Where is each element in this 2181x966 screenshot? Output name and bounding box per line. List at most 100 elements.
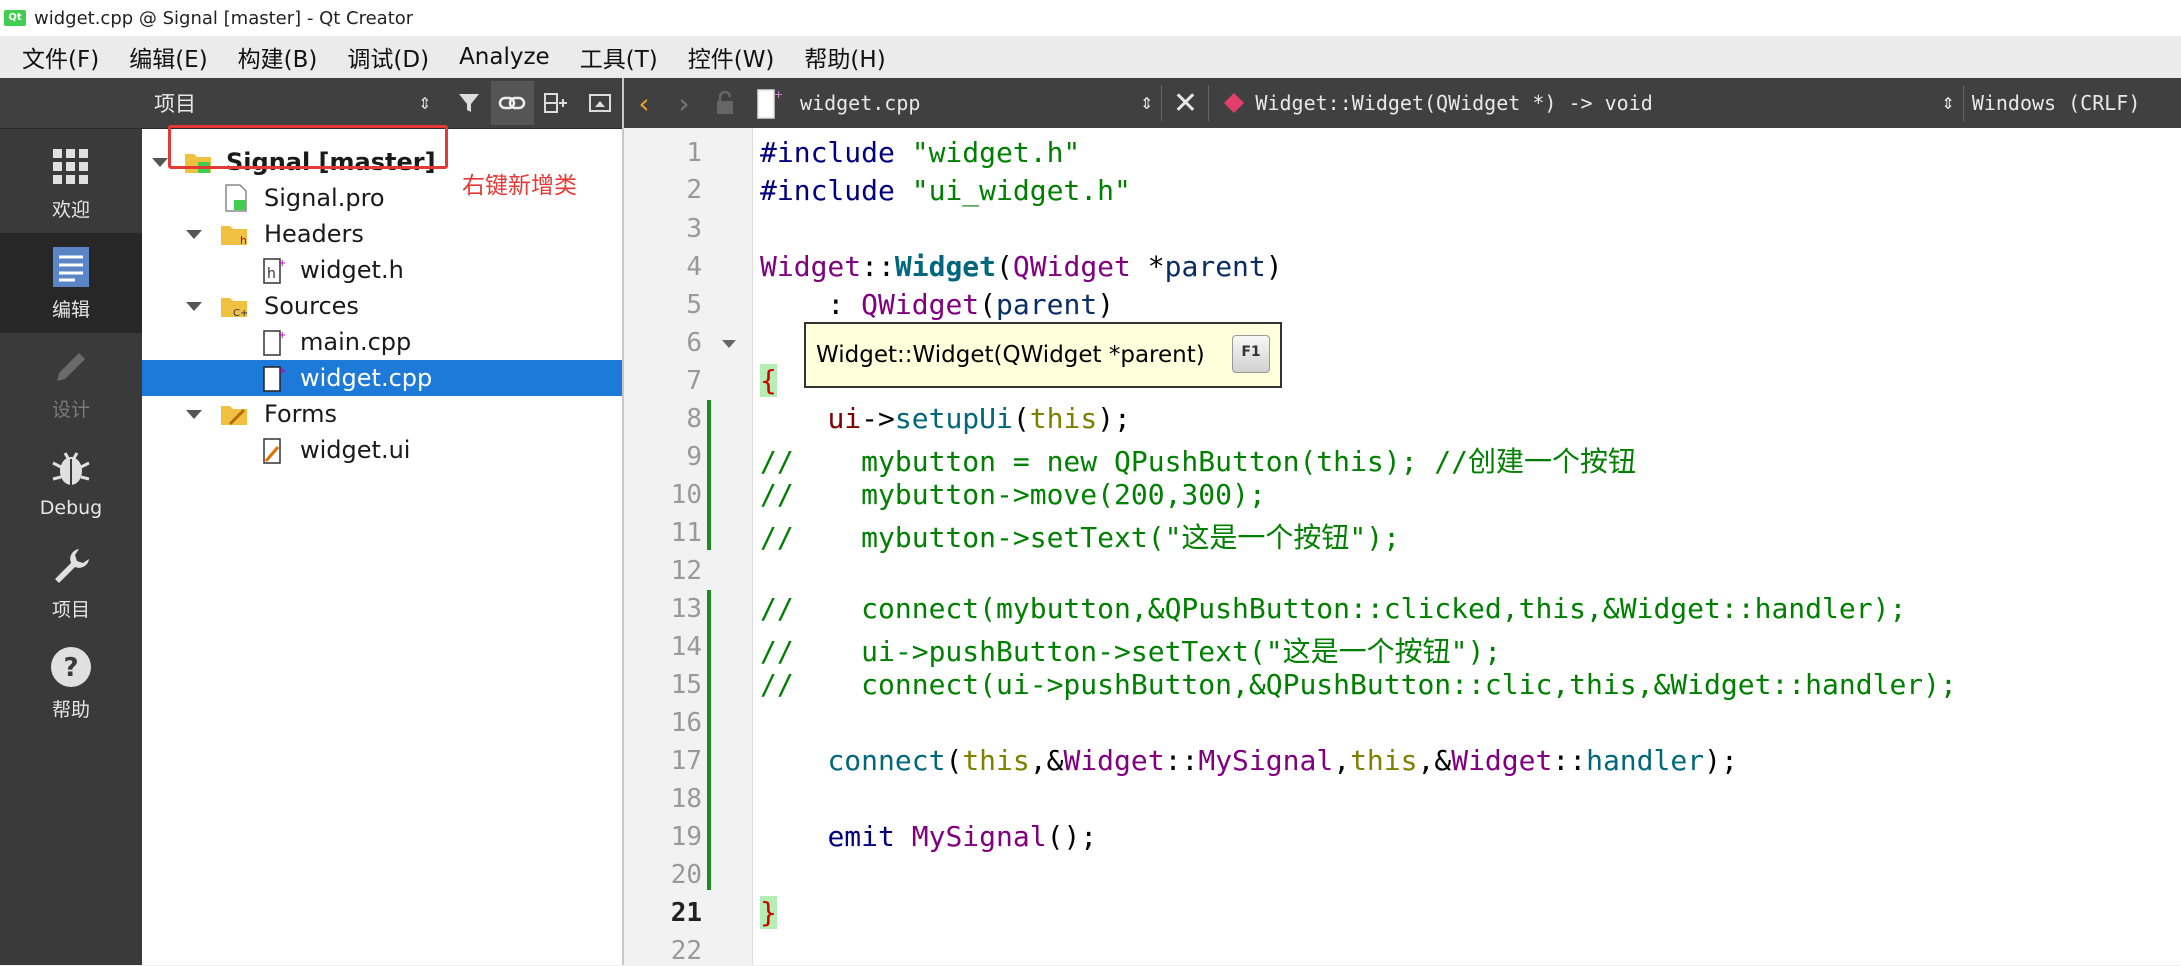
tree-label: Signal.pro xyxy=(264,184,385,212)
tree-label: Sources xyxy=(264,292,359,320)
forms-folder-icon xyxy=(221,406,247,426)
mode-projects[interactable]: 项目 xyxy=(0,533,142,633)
filter-icon[interactable] xyxy=(447,81,491,125)
project-view-selector[interactable]: 项目 xyxy=(154,88,403,118)
line-number: 20 xyxy=(670,860,702,890)
menu-bar: 文件(F) 编辑(E) 构建(B) 调试(D) Analyze 工具(T) 控件… xyxy=(0,36,2181,78)
line-ending-selector[interactable]: Windows (CRLF) xyxy=(1972,91,2141,115)
line-number: 13 xyxy=(670,594,702,624)
svg-text:+: + xyxy=(774,88,783,101)
tree-item-headers[interactable]: h Headers xyxy=(142,216,622,252)
file-icon: + xyxy=(757,88,783,119)
line-number: 5 xyxy=(686,290,702,320)
file-dropdown-icon[interactable]: ⇕ xyxy=(1140,94,1153,113)
tree-item-sources[interactable]: C+ Sources xyxy=(142,288,622,324)
expand-arrow-icon[interactable] xyxy=(152,158,168,167)
code-line: : QWidget(parent) xyxy=(760,288,1115,321)
change-marker xyxy=(707,590,711,890)
menu-help[interactable]: 帮助(H) xyxy=(804,40,885,74)
editor-toolbar: ‹ › + widget.cpp ⇕ ✕ Widget::Widget(QWid… xyxy=(624,78,2181,129)
lock-icon[interactable] xyxy=(710,88,740,118)
annotation-text: 右键新增类 xyxy=(462,173,577,199)
header-file-icon: h+ xyxy=(263,258,286,284)
f1-help-key[interactable]: F1 xyxy=(1232,335,1270,373)
link-icon[interactable] xyxy=(490,81,535,125)
mode-projects-label: 项目 xyxy=(51,598,90,621)
line-number: 8 xyxy=(686,404,702,434)
mode-help[interactable]: ? 帮助 xyxy=(0,633,142,733)
tree-item-main-cpp[interactable]: + main.cpp xyxy=(142,324,622,360)
menu-controls[interactable]: 控件(W) xyxy=(688,40,775,74)
expand-arrow-icon[interactable] xyxy=(186,230,202,239)
expand-arrow-icon[interactable] xyxy=(186,302,202,311)
cpp-file-icon: + xyxy=(263,330,286,356)
line-number: 14 xyxy=(670,632,702,662)
tree-label: widget.h xyxy=(300,256,404,284)
line-number: 2 xyxy=(686,175,702,205)
back-icon[interactable]: ‹ xyxy=(624,87,664,120)
svg-text:h: h xyxy=(267,266,276,282)
qt-app-icon: Qt xyxy=(4,10,26,26)
project-panel: 项目 ⇕ Signal [master] Signal.pro h Header… xyxy=(142,78,624,965)
pencil-icon xyxy=(57,352,85,381)
close-document-icon[interactable]: ✕ xyxy=(1170,86,1200,121)
tree-item-widget-ui[interactable]: widget.ui xyxy=(142,432,622,468)
help-icon: ? xyxy=(51,646,91,687)
tree-item-forms[interactable]: Forms xyxy=(142,396,622,432)
menu-analyze[interactable]: Analyze xyxy=(459,44,550,70)
symbol-dropdown-icon[interactable]: ⇕ xyxy=(1941,94,1954,113)
line-number: 7 xyxy=(686,366,702,396)
tooltip-text: Widget::Widget(QWidget *parent) xyxy=(816,342,1205,368)
line-number: 19 xyxy=(670,822,702,852)
split-icon[interactable] xyxy=(534,81,578,125)
signature-tooltip: Widget::Widget(QWidget *parent) F1 xyxy=(804,322,1282,388)
line-number-gutter: 1 2 3 4 5 6 7 8 9 10 11 12 13 14 15 16 1… xyxy=(624,128,753,966)
line-number: 10 xyxy=(670,480,702,510)
menu-file[interactable]: 文件(F) xyxy=(22,40,99,74)
code-line: ui->setupUi(this); xyxy=(827,402,1131,435)
document-icon xyxy=(53,246,89,287)
mode-debug[interactable]: Debug xyxy=(0,433,142,533)
wrench-icon xyxy=(55,548,89,583)
menu-build[interactable]: 构建(B) xyxy=(238,40,318,74)
mode-edit[interactable]: 编辑 xyxy=(0,233,142,333)
menu-tools[interactable]: 工具(T) xyxy=(580,40,658,74)
code-line-comment: // ui->pushButton->setText("这是一个按钮"); xyxy=(760,635,1502,668)
code-line-comment: // connect(mybutton,&QPushButton::clicke… xyxy=(760,592,1907,625)
header-folder-icon: h xyxy=(221,226,247,247)
open-file-name[interactable]: widget.cpp xyxy=(800,91,1140,115)
mode-sidebar: 欢迎 编辑 设计 Debug 项目 ? 帮助 xyxy=(0,78,143,965)
sort-arrows-icon[interactable]: ⇕ xyxy=(403,81,447,125)
menu-debug[interactable]: 调试(D) xyxy=(347,40,429,74)
line-number: 9 xyxy=(686,442,702,472)
line-number: 17 xyxy=(670,746,702,776)
fold-marker-icon[interactable] xyxy=(722,340,736,348)
forward-icon[interactable]: › xyxy=(664,87,704,120)
line-number: 15 xyxy=(670,670,702,700)
code-line-comment: // mybutton = new QPushButton(this); //创… xyxy=(760,445,1637,478)
mode-edit-label: 编辑 xyxy=(51,298,90,321)
mode-design[interactable]: 设计 xyxy=(0,333,142,433)
cpp-file-icon: + xyxy=(263,366,286,392)
code-line: connect(this,&Widget::MySignal,this,&Wid… xyxy=(827,744,1738,777)
close-sidebar-icon[interactable] xyxy=(578,81,622,125)
symbol-selector[interactable]: Widget::Widget(QWidget *) -> void xyxy=(1255,91,1941,115)
window-title: widget.cpp @ Signal [master] - Qt Creato… xyxy=(34,7,414,29)
code-editor[interactable]: 1 2 3 4 5 6 7 8 9 10 11 12 13 14 15 16 1… xyxy=(624,128,2181,966)
svg-text:+: + xyxy=(278,258,286,269)
tree-item-widget-cpp[interactable]: + widget.cpp xyxy=(142,360,622,396)
change-marker xyxy=(707,400,711,550)
expand-arrow-icon[interactable] xyxy=(186,410,202,419)
code-line: } xyxy=(760,896,777,929)
bug-icon xyxy=(52,452,90,485)
mode-welcome[interactable]: 欢迎 xyxy=(0,133,142,233)
mode-help-label: 帮助 xyxy=(51,698,90,721)
tree-item-widget-h[interactable]: h + widget.h xyxy=(142,252,622,288)
ui-file-icon xyxy=(263,438,281,464)
svg-text:+: + xyxy=(278,330,286,341)
line-number: 1 xyxy=(686,138,702,168)
line-number: 12 xyxy=(670,556,702,586)
code-line-comment: // mybutton->move(200,300); xyxy=(760,478,1266,511)
menu-edit[interactable]: 编辑(E) xyxy=(129,40,207,74)
line-number: 22 xyxy=(670,936,702,966)
